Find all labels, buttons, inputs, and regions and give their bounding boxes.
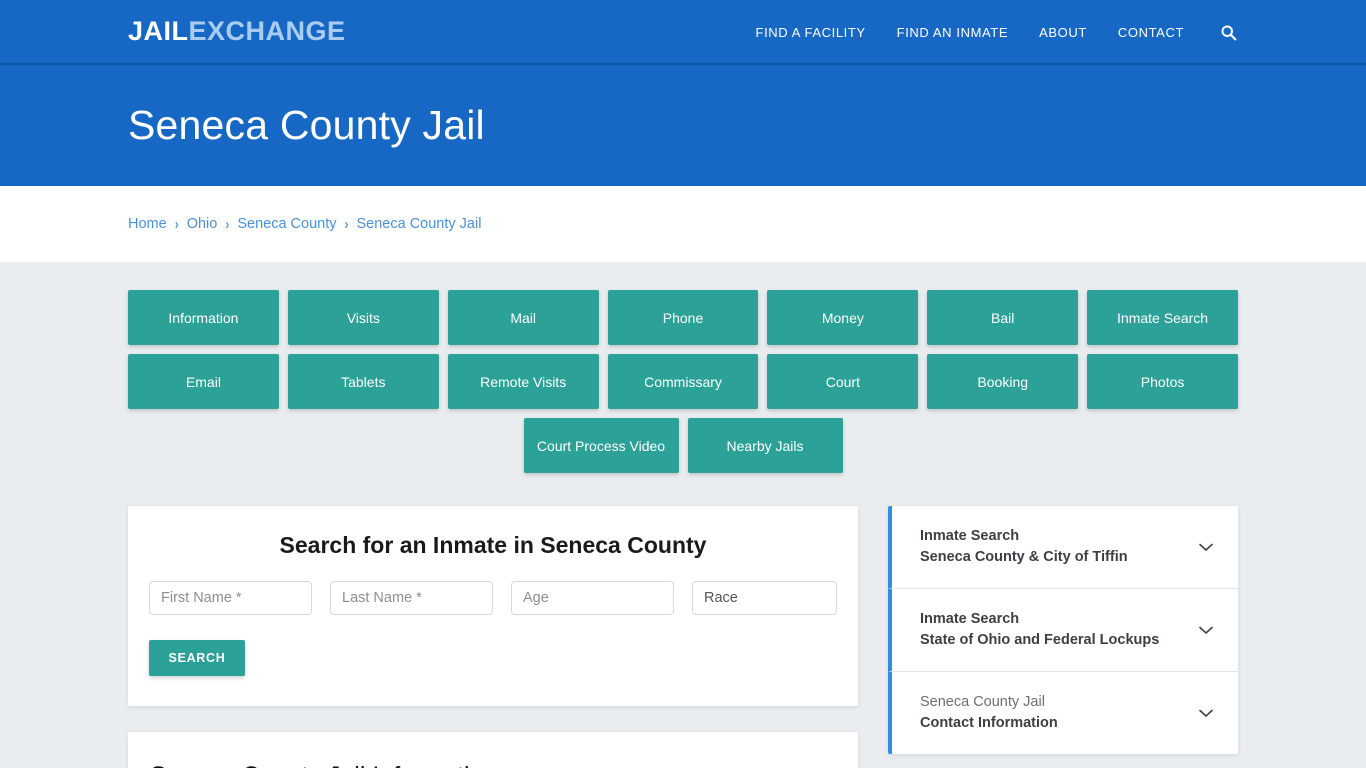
breadcrumb-separator-icon: › (344, 215, 349, 233)
quick-link-information[interactable]: Information (128, 290, 279, 345)
accordion-item-title: Inmate Search (920, 528, 1020, 544)
logo-text-primary: JAIL (128, 16, 189, 46)
inmate-search-heading: Search for an Inmate in Seneca County (279, 532, 707, 558)
last-name-input[interactable] (330, 581, 493, 615)
accordion-item-inmate-search-state[interactable]: Inmate Search State of Ohio and Federal … (888, 589, 1238, 673)
page-title: Seneca County Jail (128, 102, 485, 148)
accordion-item-subtitle: Seneca County & City of Tiffin (920, 549, 1128, 566)
breadcrumb-item-ohio[interactable]: Ohio (187, 216, 218, 232)
breadcrumb-separator-icon: › (174, 215, 179, 233)
nav-about[interactable]: ABOUT (1039, 25, 1087, 40)
breadcrumb-item-home[interactable]: Home (128, 216, 167, 232)
quick-link-booking[interactable]: Booking (927, 354, 1079, 409)
accordion-item-subtitle: Contact Information (920, 715, 1058, 732)
site-logo[interactable]: JAILEXCHANGE (128, 18, 346, 45)
quick-link-court[interactable]: Court (767, 354, 919, 409)
main-navigation: FIND A FACILITY FIND AN INMATE ABOUT CON… (756, 0, 1238, 65)
nav-contact[interactable]: CONTACT (1118, 25, 1184, 40)
nav-find-a-facility[interactable]: FIND A FACILITY (756, 25, 866, 40)
quick-link-money[interactable]: Money (767, 290, 919, 345)
quick-link-nearby-jails[interactable]: Nearby Jails (687, 418, 843, 473)
quick-link-email[interactable]: Email (128, 354, 279, 409)
quick-link-phone[interactable]: Phone (607, 290, 759, 345)
accordion-item-inmate-search-county[interactable]: Inmate Search Seneca County & City of Ti… (888, 506, 1238, 590)
inmate-search-fields: Race (149, 581, 837, 615)
quick-link-visits[interactable]: Visits (287, 290, 439, 345)
accordion-item-text: Inmate Search Seneca County & City of Ti… (920, 526, 1128, 568)
quick-link-tablets[interactable]: Tablets (287, 354, 439, 409)
quick-link-inmate-search[interactable]: Inmate Search (1087, 290, 1239, 345)
hero-banner: Seneca County Jail (0, 65, 1366, 186)
search-submit-button[interactable]: SEARCH (149, 640, 245, 676)
inmate-search-card: Search for an Inmate in Seneca County Ra… (128, 506, 858, 706)
accordion-item-text: Inmate Search State of Ohio and Federal … (920, 609, 1159, 651)
chevron-down-icon (1196, 620, 1216, 640)
age-input[interactable] (511, 581, 674, 615)
jail-information-heading: Seneca County Jail Information (150, 762, 836, 768)
breadcrumb-bar: Home › Ohio › Seneca County › Seneca Cou… (0, 186, 1366, 262)
accordion-item-title: Inmate Search (920, 611, 1020, 628)
main-content: Information Visits Mail Phone Money Bail… (128, 262, 1239, 768)
chevron-down-icon (1196, 703, 1216, 723)
breadcrumb-item-seneca-county-jail[interactable]: Seneca County Jail (356, 216, 481, 232)
quick-link-mail[interactable]: Mail (447, 290, 599, 345)
quick-links-row-1: Information Visits Mail Phone Money Bail… (128, 290, 1239, 345)
quick-link-court-process-video[interactable]: Court Process Video (523, 418, 679, 473)
breadcrumb-separator-icon: › (225, 215, 230, 233)
logo-text-secondary: EXCHANGE (188, 16, 346, 46)
quick-link-photos[interactable]: Photos (1087, 354, 1239, 409)
accordion-item-contact-information[interactable]: Seneca County Jail Contact Information (888, 672, 1238, 755)
quick-links-row-3: Court Process Video Nearby Jails (128, 418, 1238, 473)
content-columns: Search for an Inmate in Seneca County Ra… (128, 506, 1238, 768)
nav-find-an-inmate[interactable]: FIND AN INMATE (897, 25, 1008, 40)
breadcrumb-item-seneca-county[interactable]: Seneca County (237, 216, 336, 232)
site-header: JAILEXCHANGE FIND A FACILITY FIND AN INM… (0, 0, 1366, 65)
quick-link-commissary[interactable]: Commissary (607, 354, 759, 409)
sidebar-column: Inmate Search Seneca County & City of Ti… (888, 506, 1238, 755)
race-select[interactable]: Race (692, 581, 837, 615)
primary-column: Search for an Inmate in Seneca County Ra… (128, 506, 858, 768)
jail-information-card: Seneca County Jail Information (128, 732, 858, 768)
accordion-item-subtitle: State of Ohio and Federal Lockups (920, 632, 1160, 649)
quick-link-bail[interactable]: Bail (927, 290, 1079, 345)
sidebar-accordion: Inmate Search Seneca County & City of Ti… (888, 506, 1238, 755)
accordion-item-title: Seneca County Jail (920, 694, 1045, 711)
first-name-input[interactable] (149, 581, 312, 615)
quick-link-remote-visits[interactable]: Remote Visits (447, 354, 599, 409)
breadcrumb: Home › Ohio › Seneca County › Seneca Cou… (128, 216, 481, 232)
accordion-item-text: Seneca County Jail Contact Information (920, 692, 1058, 734)
chevron-down-icon (1196, 537, 1216, 557)
quick-links-grid: Information Visits Mail Phone Money Bail… (128, 290, 1239, 473)
quick-links-row-2: Email Tablets Remote Visits Commissary C… (128, 354, 1239, 409)
search-icon[interactable] (1218, 23, 1238, 43)
